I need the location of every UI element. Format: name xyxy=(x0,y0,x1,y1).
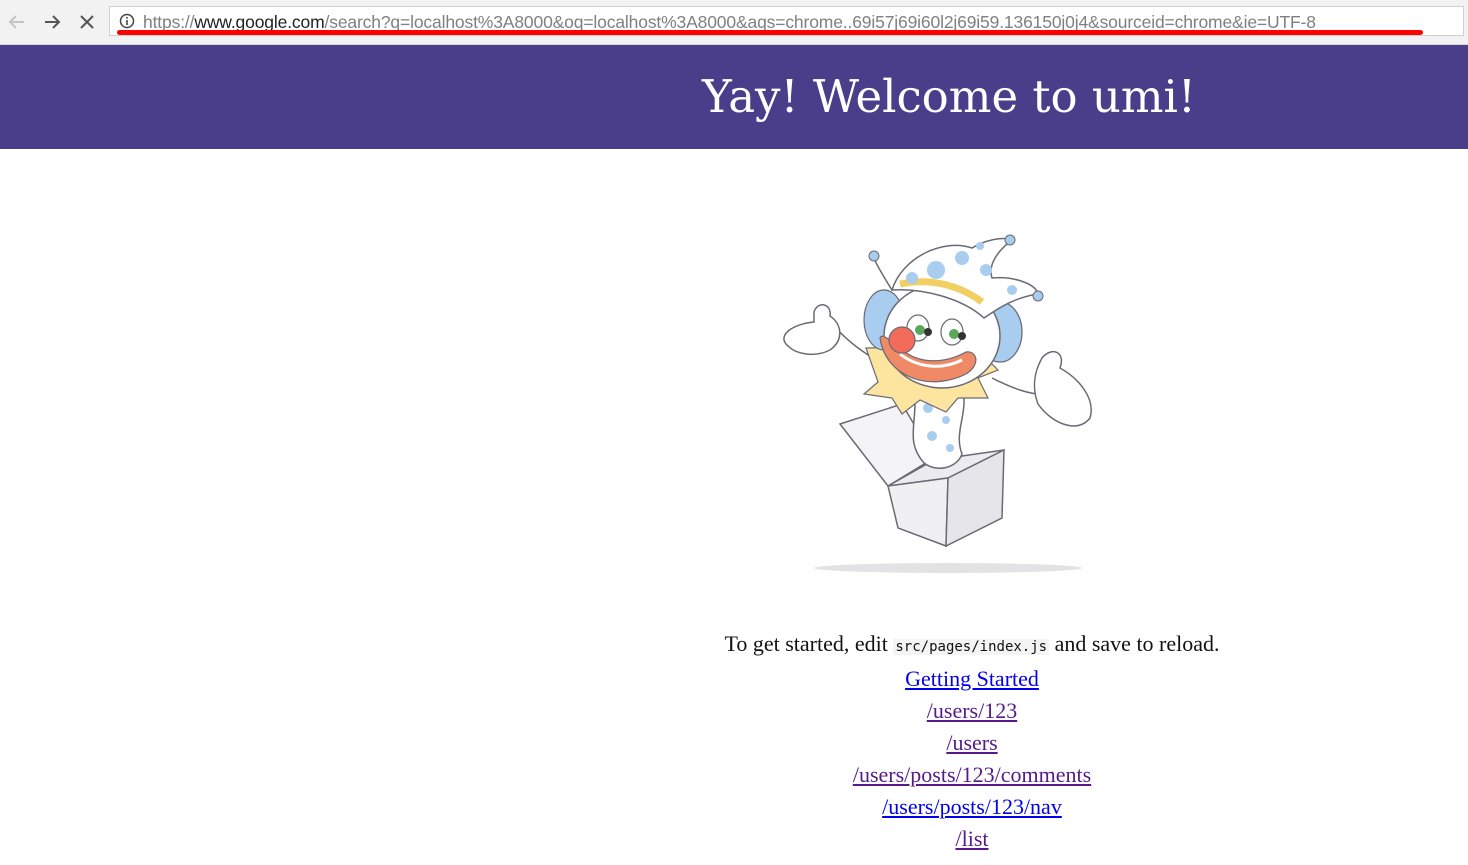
arrow-right-icon xyxy=(45,15,61,29)
back-button[interactable] xyxy=(4,9,30,35)
info-icon[interactable] xyxy=(119,13,135,29)
link-users-posts-comments[interactable]: /users/posts/123/comments xyxy=(472,759,1468,791)
header-banner: Yay! Welcome to umi! xyxy=(0,45,1468,149)
intro-text: To get started, edit src/pages/index.js … xyxy=(472,628,1468,663)
link-list[interactable]: /list xyxy=(472,823,1468,855)
link-users-123[interactable]: /users/123 xyxy=(472,695,1468,727)
main-content: To get started, edit src/pages/index.js … xyxy=(472,628,1468,855)
url-path: /search?q=localhost%3A8000&oq=localhost%… xyxy=(324,12,1316,32)
url-host: www.google.com xyxy=(194,12,325,32)
browser-toolbar: https://www.google.com/search?q=localhos… xyxy=(0,0,1468,45)
link-list: Getting Started /users/123 /users /users… xyxy=(472,663,1468,855)
link-users[interactable]: /users xyxy=(472,727,1468,759)
stop-button[interactable] xyxy=(74,9,100,35)
intro-code: src/pages/index.js xyxy=(893,639,1050,655)
jester-illustration xyxy=(783,234,1092,573)
arrow-left-icon xyxy=(8,15,24,29)
close-icon xyxy=(80,15,94,29)
forward-button[interactable] xyxy=(39,9,65,35)
url-scheme: https:// xyxy=(143,12,195,32)
link-getting-started[interactable]: Getting Started xyxy=(472,663,1468,695)
intro-before: To get started, edit xyxy=(724,631,888,656)
page-title: Yay! Welcome to umi! xyxy=(702,70,1196,123)
red-underline-annotation xyxy=(117,30,1423,35)
link-users-posts-nav[interactable]: /users/posts/123/nav xyxy=(472,791,1468,823)
intro-after: and save to reload. xyxy=(1054,631,1220,656)
